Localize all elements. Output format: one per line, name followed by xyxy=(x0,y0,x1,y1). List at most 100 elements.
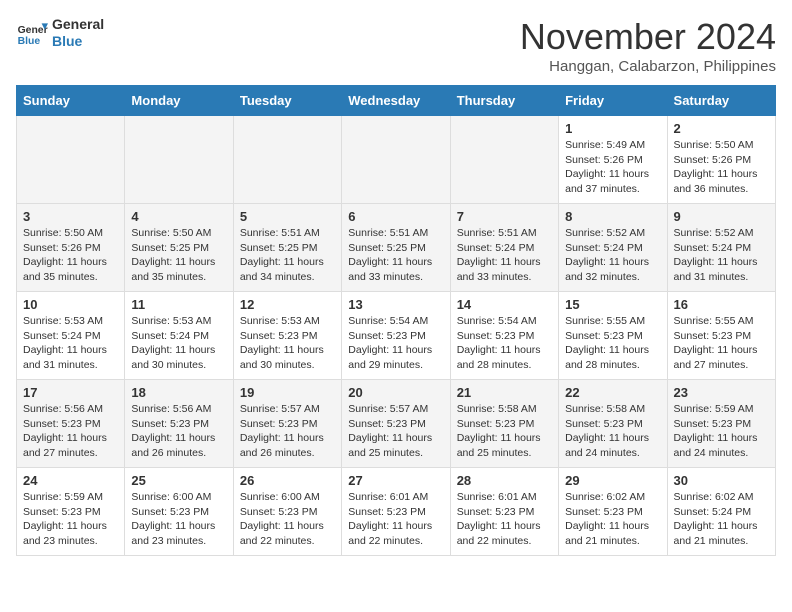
day-number: 20 xyxy=(348,385,443,400)
calendar-week-row: 1Sunrise: 5:49 AMSunset: 5:26 PMDaylight… xyxy=(17,116,776,204)
calendar-cell: 26 Sunrise: 6:00 AMSunset: 5:23 PMDayligh… xyxy=(233,468,341,556)
svg-text:Blue: Blue xyxy=(18,36,41,47)
calendar-cell: 8Sunrise: 5:52 AMSunset: 5:24 PMDaylight… xyxy=(559,204,667,292)
weekday-header: Monday xyxy=(125,86,233,116)
day-number: 15 xyxy=(565,297,660,312)
calendar-cell xyxy=(342,116,450,204)
day-info: Sunrise: 5:53 AMSunset: 5:24 PMDaylight:… xyxy=(131,314,226,373)
day-number: 4 xyxy=(131,209,226,224)
calendar-week-row: 3 Sunrise: 5:50 AMSunset: 5:26 PMDaylight… xyxy=(17,204,776,292)
day-info: Sunrise: 5:58 AMSunset: 5:23 PMDaylight:… xyxy=(565,402,660,461)
day-info: Sunrise: 6:02 AMSunset: 5:24 PMDaylight:… xyxy=(674,490,769,549)
weekday-header-row: SundayMondayTuesdayWednesdayThursdayFrid… xyxy=(17,86,776,116)
day-number: 30 xyxy=(674,473,769,488)
day-number: 23 xyxy=(674,385,769,400)
calendar-cell: 13Sunrise: 5:54 AMSunset: 5:23 PMDayligh… xyxy=(342,292,450,380)
day-number: 7 xyxy=(457,209,552,224)
day-info: Sunrise: 5:54 AMSunset: 5:23 PMDaylight:… xyxy=(457,314,552,373)
day-info: Sunrise: 5:54 AMSunset: 5:23 PMDaylight:… xyxy=(348,314,443,373)
weekday-header: Wednesday xyxy=(342,86,450,116)
calendar-cell: 7 Sunrise: 5:51 AMSunset: 5:24 PMDaylight… xyxy=(450,204,558,292)
day-number: 16 xyxy=(674,297,769,312)
day-info: Sunrise: 5:55 AMSunset: 5:23 PMDaylight:… xyxy=(565,314,660,373)
calendar-cell: 22 Sunrise: 5:58 AMSunset: 5:23 PMDayligh… xyxy=(559,380,667,468)
day-number: 29 xyxy=(565,473,660,488)
calendar-cell: 9 Sunrise: 5:52 AMSunset: 5:24 PMDaylight… xyxy=(667,204,775,292)
calendar-cell: 4Sunrise: 5:50 AMSunset: 5:25 PMDaylight… xyxy=(125,204,233,292)
calendar-cell: 3 Sunrise: 5:50 AMSunset: 5:26 PMDaylight… xyxy=(17,204,125,292)
day-info: Sunrise: 5:50 AMSunset: 5:26 PMDaylight:… xyxy=(674,138,769,197)
calendar-cell: 27 Sunrise: 6:01 AMSunset: 5:23 PMDayligh… xyxy=(342,468,450,556)
day-info: Sunrise: 5:51 AMSunset: 5:24 PMDaylight:… xyxy=(457,226,552,285)
calendar-cell: 24 Sunrise: 5:59 AMSunset: 5:23 PMDayligh… xyxy=(17,468,125,556)
calendar-cell: 17 Sunrise: 5:56 AMSunset: 5:23 PMDayligh… xyxy=(17,380,125,468)
calendar-cell: 11 Sunrise: 5:53 AMSunset: 5:24 PMDayligh… xyxy=(125,292,233,380)
day-number: 26 xyxy=(240,473,335,488)
calendar-cell: 21 Sunrise: 5:58 AMSunset: 5:23 PMDayligh… xyxy=(450,380,558,468)
day-info: Sunrise: 5:56 AMSunset: 5:23 PMDaylight:… xyxy=(131,402,226,461)
day-number: 5 xyxy=(240,209,335,224)
calendar-table: SundayMondayTuesdayWednesdayThursdayFrid… xyxy=(16,85,776,556)
day-info: Sunrise: 5:51 AMSunset: 5:25 PMDaylight:… xyxy=(348,226,443,285)
day-number: 17 xyxy=(23,385,118,400)
calendar-cell: 29Sunrise: 6:02 AMSunset: 5:23 PMDayligh… xyxy=(559,468,667,556)
calendar-cell: 15 Sunrise: 5:55 AMSunset: 5:23 PMDayligh… xyxy=(559,292,667,380)
day-info: Sunrise: 5:56 AMSunset: 5:23 PMDaylight:… xyxy=(23,402,118,461)
day-number: 1 xyxy=(565,121,660,136)
day-info: Sunrise: 5:52 AMSunset: 5:24 PMDaylight:… xyxy=(674,226,769,285)
day-info: Sunrise: 5:57 AMSunset: 5:23 PMDaylight:… xyxy=(348,402,443,461)
weekday-header: Tuesday xyxy=(233,86,341,116)
calendar-cell: 25Sunrise: 6:00 AMSunset: 5:23 PMDayligh… xyxy=(125,468,233,556)
calendar-cell: 18 Sunrise: 5:56 AMSunset: 5:23 PMDayligh… xyxy=(125,380,233,468)
day-info: Sunrise: 5:59 AMSunset: 5:23 PMDaylight:… xyxy=(674,402,769,461)
weekday-header: Friday xyxy=(559,86,667,116)
day-number: 25 xyxy=(131,473,226,488)
day-number: 28 xyxy=(457,473,552,488)
day-number: 3 xyxy=(23,209,118,224)
day-info: Sunrise: 5:58 AMSunset: 5:23 PMDaylight:… xyxy=(457,402,552,461)
calendar-week-row: 24 Sunrise: 5:59 AMSunset: 5:23 PMDayligh… xyxy=(17,468,776,556)
day-number: 12 xyxy=(240,297,335,312)
day-number: 6 xyxy=(348,209,443,224)
day-number: 27 xyxy=(348,473,443,488)
day-info: Sunrise: 5:50 AMSunset: 5:26 PMDaylight:… xyxy=(23,226,118,285)
day-info: Sunrise: 5:51 AMSunset: 5:25 PMDaylight:… xyxy=(240,226,335,285)
day-number: 2 xyxy=(674,121,769,136)
calendar-cell: 20 Sunrise: 5:57 AMSunset: 5:23 PMDayligh… xyxy=(342,380,450,468)
day-info: Sunrise: 5:57 AMSunset: 5:23 PMDaylight:… xyxy=(240,402,335,461)
calendar-cell xyxy=(125,116,233,204)
day-info: Sunrise: 5:53 AMSunset: 5:24 PMDaylight:… xyxy=(23,314,118,373)
day-number: 14 xyxy=(457,297,552,312)
day-number: 18 xyxy=(131,385,226,400)
weekday-header: Sunday xyxy=(17,86,125,116)
calendar-cell xyxy=(233,116,341,204)
page-header: General Blue General Blue November 2024 … xyxy=(16,16,776,75)
title-block: November 2024 Hanggan, Calabarzon, Phili… xyxy=(520,16,776,75)
calendar-cell xyxy=(450,116,558,204)
day-number: 19 xyxy=(240,385,335,400)
day-number: 11 xyxy=(131,297,226,312)
location: Hanggan, Calabarzon, Philippines xyxy=(520,58,776,75)
day-number: 8 xyxy=(565,209,660,224)
day-info: Sunrise: 6:00 AMSunset: 5:23 PMDaylight:… xyxy=(240,490,335,549)
day-number: 24 xyxy=(23,473,118,488)
calendar-cell: 23 Sunrise: 5:59 AMSunset: 5:23 PMDayligh… xyxy=(667,380,775,468)
calendar-week-row: 17 Sunrise: 5:56 AMSunset: 5:23 PMDayligh… xyxy=(17,380,776,468)
day-info: Sunrise: 5:55 AMSunset: 5:23 PMDaylight:… xyxy=(674,314,769,373)
calendar-cell: 6 Sunrise: 5:51 AMSunset: 5:25 PMDaylight… xyxy=(342,204,450,292)
month-title: November 2024 xyxy=(520,16,776,58)
day-number: 22 xyxy=(565,385,660,400)
day-number: 21 xyxy=(457,385,552,400)
day-info: Sunrise: 5:59 AMSunset: 5:23 PMDaylight:… xyxy=(23,490,118,549)
calendar-cell: 2 Sunrise: 5:50 AMSunset: 5:26 PMDaylight… xyxy=(667,116,775,204)
day-info: Sunrise: 6:01 AMSunset: 5:23 PMDaylight:… xyxy=(348,490,443,549)
calendar-cell: 12 Sunrise: 5:53 AMSunset: 5:23 PMDayligh… xyxy=(233,292,341,380)
calendar-week-row: 10Sunrise: 5:53 AMSunset: 5:24 PMDayligh… xyxy=(17,292,776,380)
day-number: 9 xyxy=(674,209,769,224)
weekday-header: Thursday xyxy=(450,86,558,116)
logo-blue: Blue xyxy=(52,33,104,50)
calendar-cell: 10Sunrise: 5:53 AMSunset: 5:24 PMDayligh… xyxy=(17,292,125,380)
day-info: Sunrise: 5:53 AMSunset: 5:23 PMDaylight:… xyxy=(240,314,335,373)
weekday-header: Saturday xyxy=(667,86,775,116)
logo: General Blue General Blue xyxy=(16,16,104,50)
